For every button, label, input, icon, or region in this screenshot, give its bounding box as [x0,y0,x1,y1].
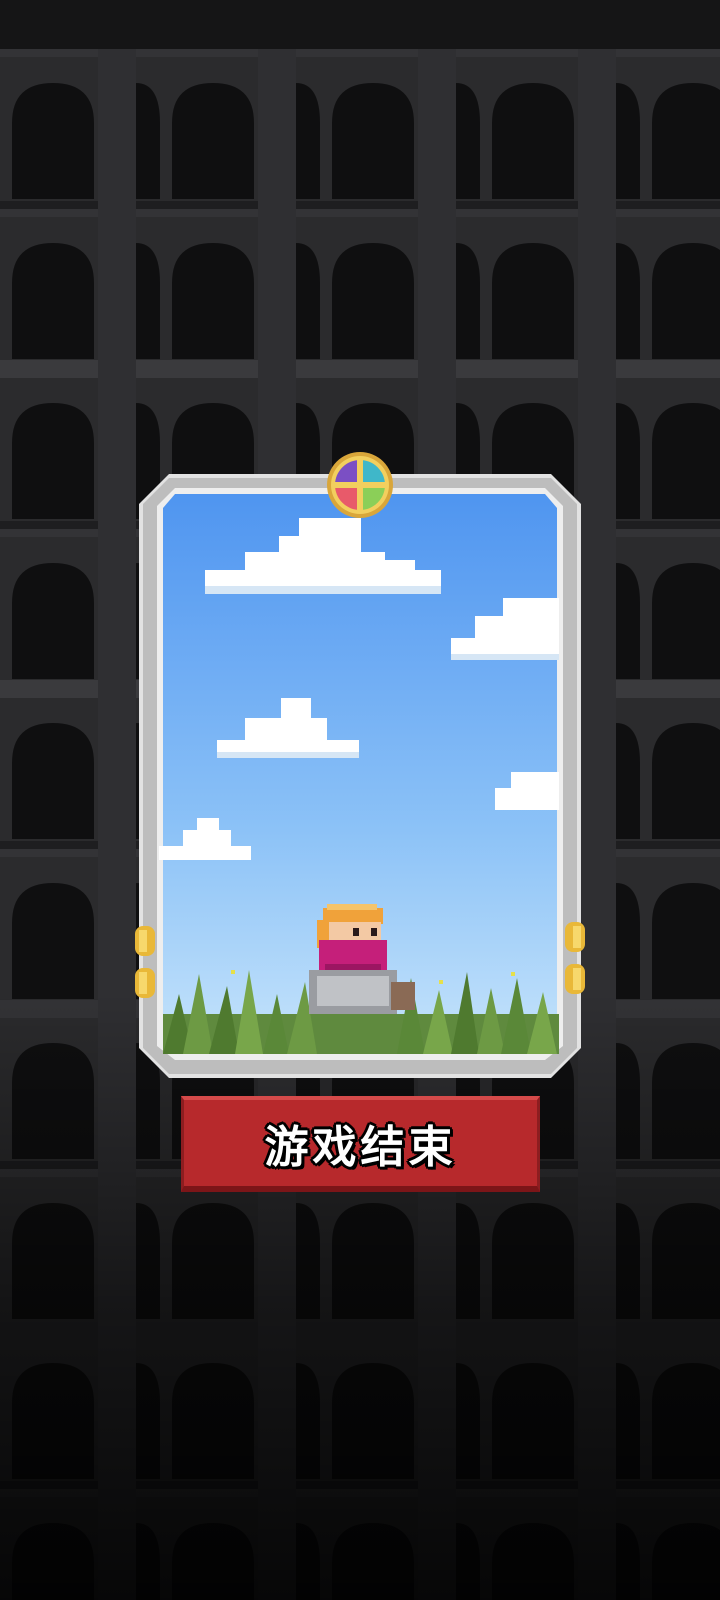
game-over-label: 游戏结束 [264,1122,457,1173]
gold-coin-icon [565,922,585,952]
gold-coin-icon [565,964,585,994]
four-color-wheel-emblem-icon [327,452,393,518]
character-card [135,452,585,1078]
game-over-button[interactable]: 游戏结束 [181,1096,540,1192]
gold-coin-icon [135,968,155,998]
gold-coin-icon [135,926,155,956]
